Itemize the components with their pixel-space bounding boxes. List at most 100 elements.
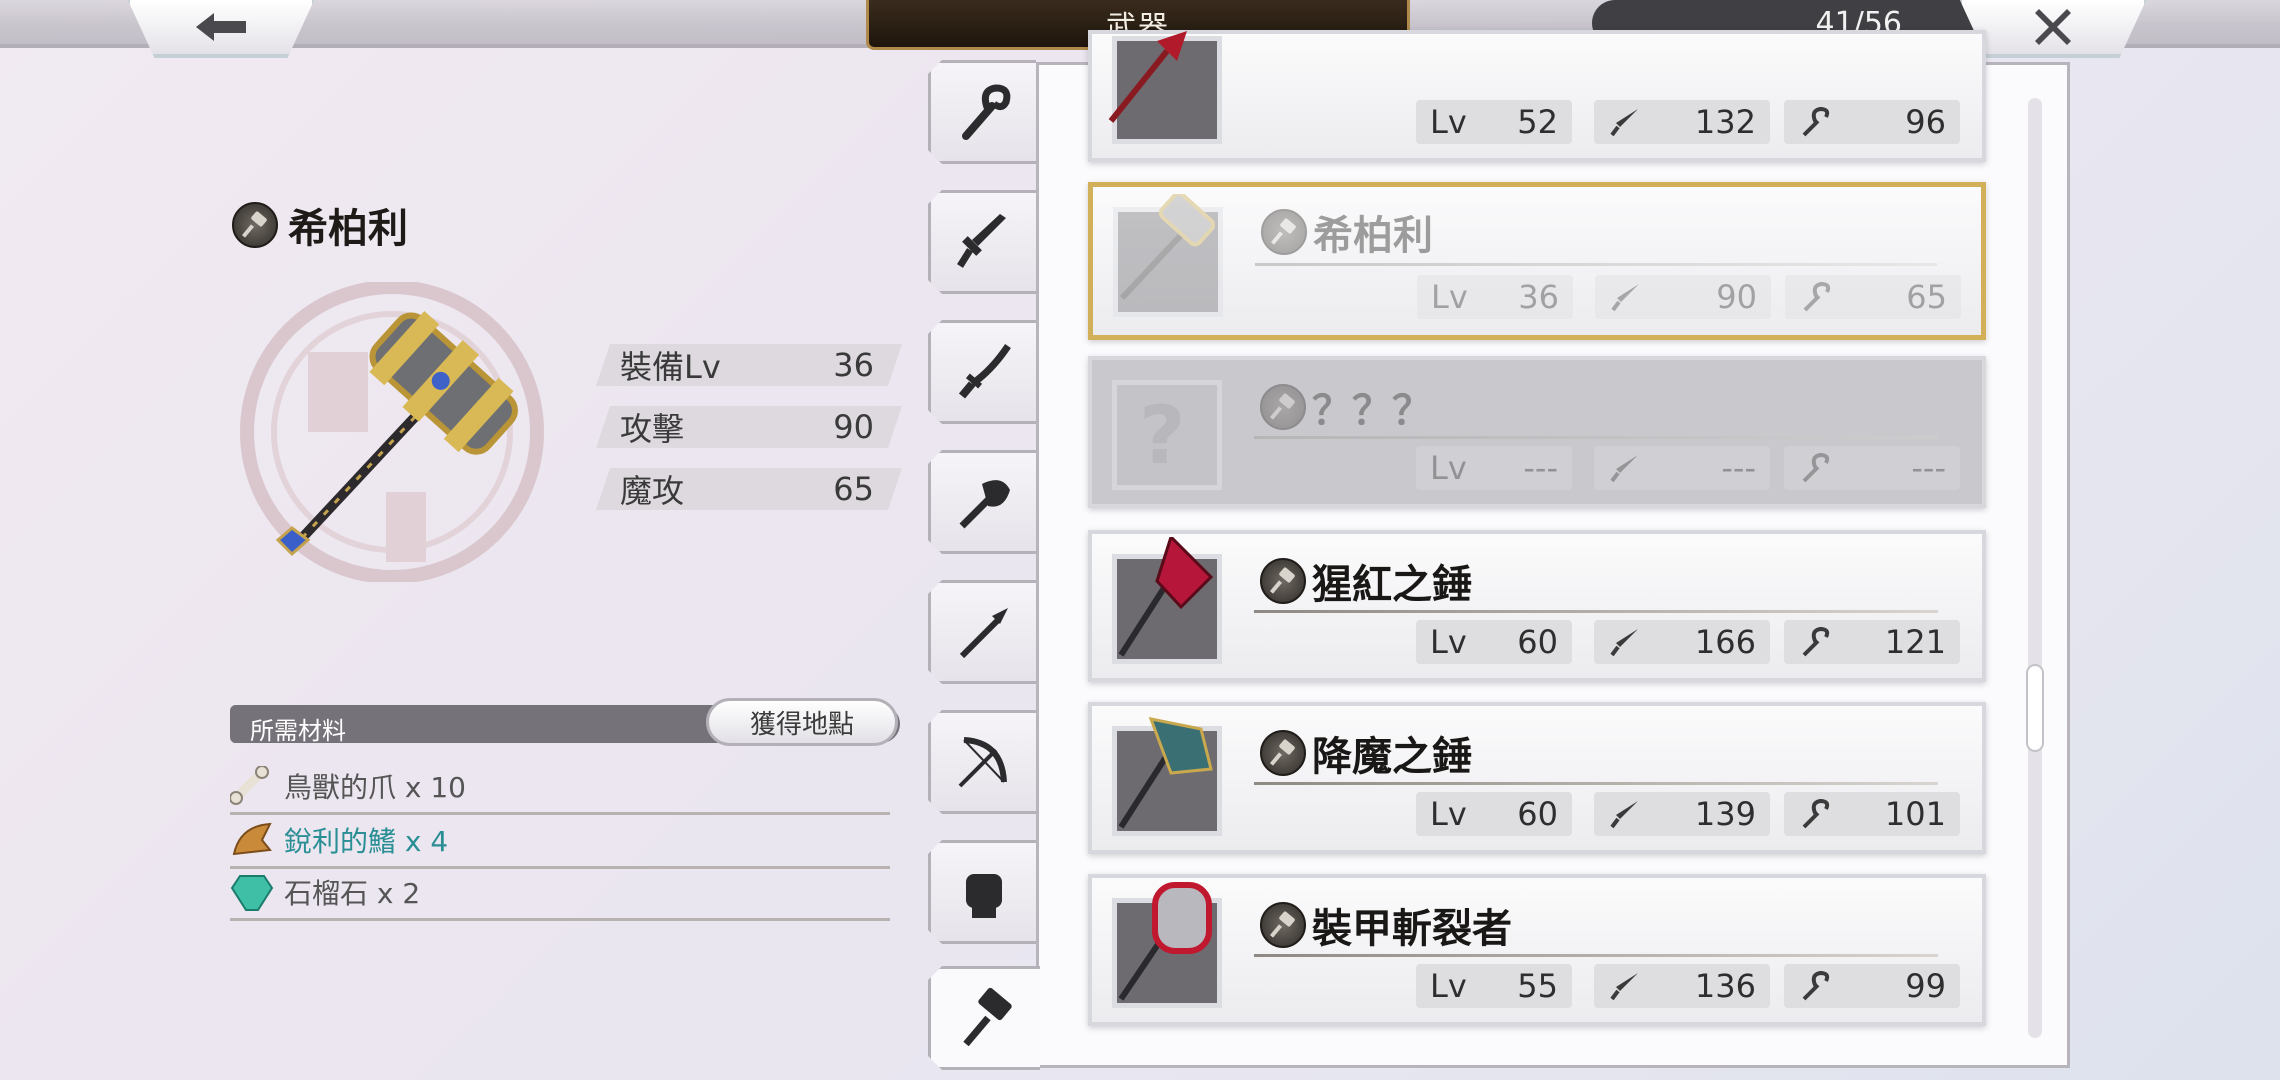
get-location-button[interactable]: 獲得地點 <box>706 698 898 746</box>
stat-row-magic: 魔攻 65 <box>596 468 902 510</box>
lv-label: Lv <box>1430 623 1467 661</box>
name-underline <box>1254 436 1938 439</box>
magic-box: 121 <box>1784 620 1960 664</box>
lv-label: Lv <box>1430 967 1467 1005</box>
weapon-name: 猩紅之錘 <box>1312 561 1472 608</box>
list-scrollbar[interactable] <box>2028 98 2042 1038</box>
close-icon <box>2035 9 2071 45</box>
bow-icon <box>952 730 1016 794</box>
stat-value: 90 <box>833 408 874 446</box>
weapon-name-row: 猩紅之錘 <box>1260 552 1472 610</box>
staff-stat-icon <box>1802 798 1830 829</box>
weapon-name-row: 希柏利 <box>1261 203 1433 261</box>
materials-title: 所需材料 <box>250 717 346 745</box>
stat-label: 裝備Lv <box>620 348 721 386</box>
attack-box: 139 <box>1594 792 1770 836</box>
fin-icon <box>232 822 272 856</box>
weapon-name-row: ？？？ <box>1260 378 1432 436</box>
sword-stat-icon <box>1610 801 1638 829</box>
hammer-type-icon <box>1261 209 1307 255</box>
attack-box: 166 <box>1594 620 1770 664</box>
weapon-name-row: 降魔之錘 <box>1260 724 1472 782</box>
staff-stat-icon <box>1802 106 1830 137</box>
lv-label: Lv <box>1431 278 1468 316</box>
back-button[interactable] <box>126 0 316 58</box>
material-text: 銳利的鰭 x 4 <box>284 825 449 858</box>
lv-label: Lv <box>1430 449 1467 487</box>
weapon-name-row: 裝甲斬裂者 <box>1260 896 1512 954</box>
weapon-card[interactable]: 降魔之錘 Lv 60 139 101 <box>1088 702 1986 854</box>
stat-label: 攻擊 <box>620 410 685 448</box>
staff-icon <box>952 80 1016 144</box>
mag-value: 99 <box>1905 967 1946 1005</box>
atk-value: 166 <box>1694 623 1756 661</box>
lv-value: --- <box>1523 449 1558 487</box>
tab-fist[interactable] <box>928 840 1036 944</box>
tab-staff[interactable] <box>928 60 1036 164</box>
stat-value: 36 <box>833 346 874 384</box>
weapon-name: 裝甲斬裂者 <box>1312 905 1512 952</box>
lv-value: 60 <box>1517 795 1558 833</box>
spear-icon <box>952 600 1016 664</box>
tab-bow[interactable] <box>928 710 1036 814</box>
lv-label: Lv <box>1430 795 1467 833</box>
sword-stat-icon <box>1611 284 1639 312</box>
hammer-type-icon <box>1260 902 1306 948</box>
magic-box: 96 <box>1784 100 1960 144</box>
level-box: Lv 36 <box>1417 275 1573 319</box>
magic-box: 65 <box>1785 275 1961 319</box>
atk-value: 90 <box>1716 278 1757 316</box>
lv-value: 36 <box>1518 278 1559 316</box>
weapon-card[interactable]: Lv 52 132 96 <box>1088 30 1986 162</box>
material-item: 鳥獸的爪 x 10 <box>230 760 890 815</box>
weapon-card-locked[interactable]: ? ？？？ Lv --- --- --- <box>1088 356 1986 508</box>
tab-axe[interactable] <box>928 450 1036 554</box>
staff-stat-icon <box>1803 281 1831 312</box>
scrollbar-thumb[interactable] <box>2026 664 2044 752</box>
close-button[interactable] <box>1958 0 2148 58</box>
unknown-thumbnail: ? <box>1112 380 1222 490</box>
tab-katana[interactable] <box>928 320 1036 424</box>
level-box: Lv 60 <box>1416 792 1572 836</box>
material-item: 銳利的鰭 x 4 <box>230 814 890 869</box>
atk-value: --- <box>1721 449 1756 487</box>
material-text: 石榴石 x 2 <box>284 877 421 910</box>
tab-sword[interactable] <box>928 190 1036 294</box>
gem-icon <box>230 875 274 911</box>
attack-box: 136 <box>1594 964 1770 1008</box>
stat-value: 65 <box>833 470 874 508</box>
hammer-type-icon <box>1260 384 1306 430</box>
mag-value: 65 <box>1906 278 1947 316</box>
mag-value: --- <box>1911 449 1946 487</box>
weapon-card-selected[interactable]: 希柏利 Lv 36 90 65 <box>1088 182 1986 340</box>
atk-value: 132 <box>1694 103 1756 141</box>
atk-value: 139 <box>1694 795 1756 833</box>
sword-stat-icon <box>1610 455 1638 483</box>
lv-value: 55 <box>1517 967 1558 1005</box>
sword-stat-icon <box>1610 109 1638 137</box>
staff-stat-icon <box>1802 970 1830 1001</box>
fist-icon <box>952 860 1016 924</box>
weapon-card[interactable]: 猩紅之錘 Lv 60 166 121 <box>1088 530 1986 682</box>
hammer-type-icon <box>1260 730 1306 776</box>
lv-value: 60 <box>1517 623 1558 661</box>
hammer-type-icon <box>1260 558 1306 604</box>
sword-stat-icon <box>1610 973 1638 1001</box>
stat-row-attack: 攻擊 90 <box>596 406 902 448</box>
mag-value: 121 <box>1884 623 1946 661</box>
name-underline <box>1254 782 1938 785</box>
weapon-art <box>262 278 552 558</box>
weapon-card[interactable]: 裝甲斬裂者 Lv 55 136 99 <box>1088 874 1986 1026</box>
mag-value: 96 <box>1905 103 1946 141</box>
tab-hammer[interactable] <box>928 966 1040 1070</box>
name-underline <box>1255 263 1937 266</box>
tab-spear[interactable] <box>928 580 1036 684</box>
name-underline <box>1254 954 1938 957</box>
level-box: Lv 55 <box>1416 964 1572 1008</box>
weapon-thumbnail <box>1113 194 1223 317</box>
weapon-name: 希柏利 <box>288 205 408 252</box>
weapon-name: 希柏利 <box>1313 212 1433 259</box>
weapon-thumbnail <box>1112 537 1222 664</box>
question-mark-icon: ? <box>1139 389 1186 482</box>
sword-icon <box>952 210 1016 274</box>
